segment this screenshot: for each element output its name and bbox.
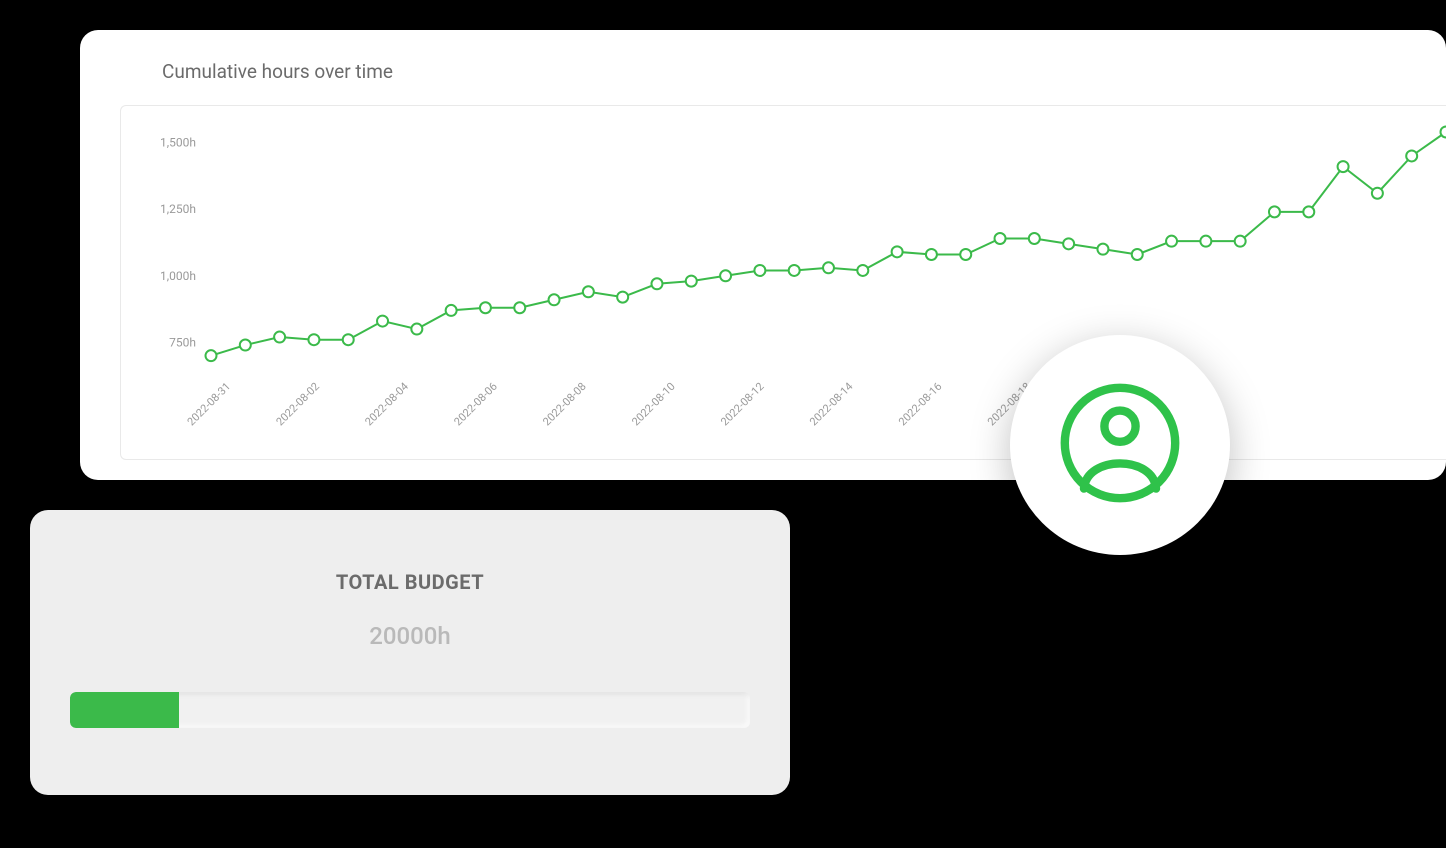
line-chart: 750h 1,000h 1,250h 1,500h 2022-08-31 2022-08-… [121, 106, 1446, 459]
svg-text:2022-08-14: 2022-08-14 [807, 380, 855, 428]
svg-text:2022-08-06: 2022-08-06 [451, 380, 499, 428]
chart-frame: 750h 1,000h 1,250h 1,500h 2022-08-31 2022-08-… [120, 105, 1446, 460]
user-badge [1010, 335, 1230, 555]
budget-card: TOTAL BUDGET 20000h [30, 510, 790, 795]
svg-text:1,500h: 1,500h [160, 136, 196, 150]
svg-text:2022-08-16: 2022-08-16 [896, 380, 944, 428]
budget-progress [70, 692, 750, 728]
svg-text:2022-08-31: 2022-08-31 [185, 380, 233, 428]
svg-text:2022-08-04: 2022-08-04 [362, 380, 410, 428]
svg-text:2022-08-12: 2022-08-12 [718, 380, 766, 428]
svg-text:1,250h: 1,250h [160, 202, 196, 216]
budget-value: 20000h [369, 622, 451, 650]
svg-text:2022-08-08: 2022-08-08 [540, 380, 588, 428]
svg-text:2022-08-10: 2022-08-10 [629, 380, 677, 428]
svg-text:1,000h: 1,000h [160, 269, 196, 283]
svg-text:750h: 750h [169, 335, 196, 349]
budget-progress-fill [70, 692, 179, 728]
chart-card: Cumulative hours over time 750h 1,000h 1,2… [80, 30, 1446, 480]
person-icon [1060, 383, 1180, 507]
budget-title: TOTAL BUDGET [336, 570, 484, 594]
chart-title: Cumulative hours over time [162, 60, 1446, 83]
svg-text:2022-08-02: 2022-08-02 [274, 380, 322, 428]
